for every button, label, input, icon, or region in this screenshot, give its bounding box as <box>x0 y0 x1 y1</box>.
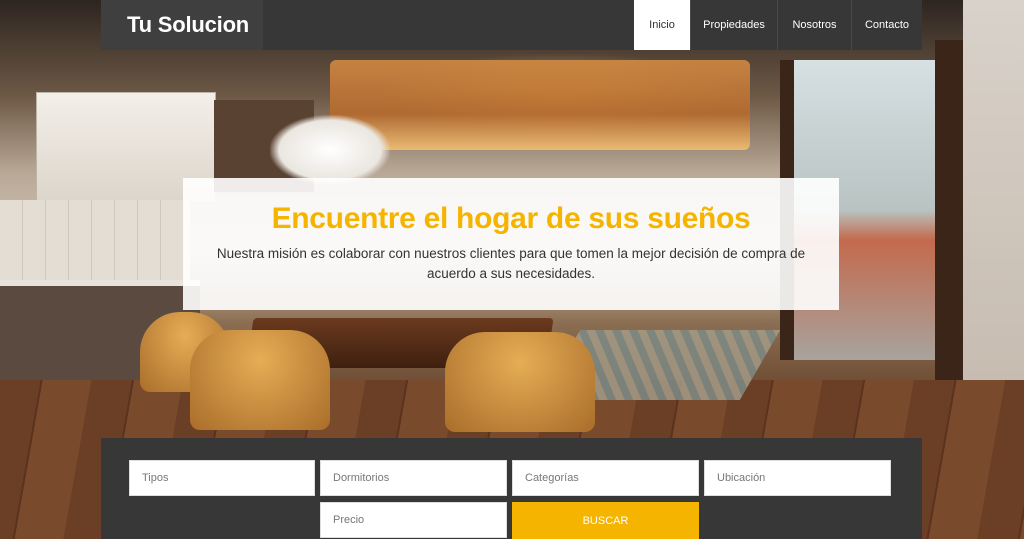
nav-links: Inicio Propiedades Nosotros Contacto <box>634 0 922 50</box>
hero-subtitle: Nuestra misión es colaborar con nuestros… <box>216 246 806 281</box>
nav-item-nosotros[interactable]: Nosotros <box>777 0 851 50</box>
dining-chair <box>190 330 330 430</box>
dining-chair <box>445 332 595 432</box>
hero-message-box: Encuentre el hogar de sus sueños Nuestra… <box>183 178 839 310</box>
tipos-select[interactable]: Tipos <box>129 460 315 496</box>
pendant-lamp <box>270 115 390 185</box>
ceiling-light <box>330 60 750 150</box>
top-navbar: Tu Solucion Inicio Propiedades Nosotros … <box>101 0 922 50</box>
nav-item-propiedades[interactable]: Propiedades <box>690 0 777 50</box>
tile-backsplash <box>0 200 190 280</box>
nav-item-contacto[interactable]: Contacto <box>851 0 922 50</box>
categorias-select[interactable]: Categorías <box>512 460 699 496</box>
navbar-spacer <box>263 0 634 50</box>
precio-input[interactable]: Precio <box>320 502 507 538</box>
dormitorios-select[interactable]: Dormitorios <box>320 460 507 496</box>
ubicacion-select[interactable]: Ubicación <box>704 460 891 496</box>
hero-title: Encuentre el hogar de sus sueños <box>271 202 751 235</box>
buscar-button[interactable]: BUSCAR <box>512 502 699 539</box>
nav-item-inicio[interactable]: Inicio <box>634 0 690 50</box>
brand-logo[interactable]: Tu Solucion <box>101 0 263 50</box>
property-search-panel: Tipos Dormitorios Categorías Ubicación P… <box>101 438 922 539</box>
